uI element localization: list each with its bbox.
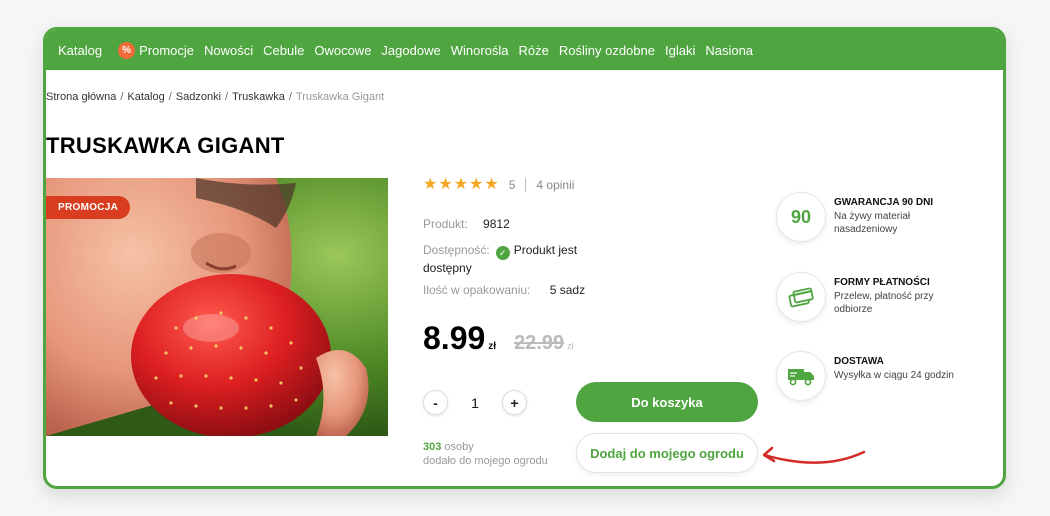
- feature-desc: Przelew, płatność przy odbiorze: [834, 291, 934, 315]
- breadcrumb-separator: /: [120, 91, 124, 103]
- breadcrumb-separator: /: [225, 91, 229, 103]
- payment-cards-icon: [776, 272, 826, 322]
- feature-guarantee: 90 GWARANCJA 90 DNI Na żywy materiał nas…: [776, 192, 964, 242]
- nav-item-nowosci[interactable]: Nowości: [199, 43, 258, 58]
- nav-item-jagodowe[interactable]: Jagodowe: [376, 43, 445, 58]
- current-price: 8.99: [423, 320, 486, 356]
- pack-value: 5 sadz: [549, 283, 586, 297]
- feature-title: GWARANCJA 90 DNI: [834, 197, 934, 208]
- reviews-link[interactable]: 4 opinii: [536, 178, 574, 192]
- breadcrumb-seedlings[interactable]: Sadzonki: [176, 91, 221, 103]
- star-icon: ★: [484, 176, 499, 193]
- nav-item-rosliny-ozdobne[interactable]: Rośliny ozdobne: [554, 43, 660, 58]
- feature-desc: Wysyłka w ciągu 24 godzin: [834, 370, 954, 381]
- current-price-currency: zł: [488, 341, 497, 352]
- garden-count: 303 osoby dodało do mojego ogrodu: [423, 440, 548, 469]
- feature-title: FORMY PŁATNOŚCI: [834, 277, 930, 288]
- old-price-currency: zł: [567, 341, 574, 351]
- product-code-row: Produkt: 9812: [423, 217, 510, 231]
- availability-value: Produkt jest: [513, 243, 578, 257]
- nav-item-owocowe[interactable]: Owocowe: [309, 43, 376, 58]
- rating-divider: [525, 178, 527, 192]
- add-to-cart-button[interactable]: Do koszyka: [576, 382, 758, 422]
- feature-title: DOSTAWA: [834, 356, 884, 367]
- star-icon: ★: [423, 176, 438, 193]
- nav-item-katalog[interactable]: Katalog: [53, 43, 107, 58]
- qty-plus-button[interactable]: +: [502, 390, 527, 415]
- main-nav: Katalog % Promocje Nowości Cebule Owocowe…: [46, 30, 1003, 70]
- breadcrumb: Strona główna / Katalog / Sadzonki / Tru…: [46, 91, 384, 103]
- price: 8.99 zł 22.99 zł: [423, 320, 574, 357]
- old-price: 22.99: [514, 332, 565, 354]
- breadcrumb-home[interactable]: Strona główna: [46, 91, 116, 103]
- nav-item-nasiona[interactable]: Nasiona: [700, 43, 758, 58]
- product-code-value: 9812: [483, 217, 510, 231]
- breadcrumb-separator: /: [168, 91, 172, 103]
- star-icon: ★: [469, 176, 484, 193]
- nav-item-iglaki[interactable]: Iglaki: [660, 43, 700, 58]
- check-icon: ✓: [495, 246, 510, 261]
- percent-icon: %: [118, 41, 136, 59]
- nav-item-cebule[interactable]: Cebule: [258, 43, 309, 58]
- pack-row: Ilość w opakowaniu: 5 sadz: [423, 283, 585, 297]
- pack-label: Ilość w opakowaniu:: [423, 283, 531, 297]
- nav-item-roze[interactable]: Róże: [514, 43, 554, 58]
- delivery-truck-icon: [776, 351, 826, 401]
- rating: ★ ★ ★ ★ ★ 5 4 opinii: [423, 177, 574, 193]
- garden-count-text-2: dodało do mojego ogrodu: [423, 455, 548, 468]
- nav-item-promocje[interactable]: % Promocje: [107, 41, 199, 59]
- feature-payment: FORMY PŁATNOŚCI Przelew, płatność przy o…: [776, 272, 964, 322]
- nav-item-winorosla[interactable]: Winorośla: [446, 43, 514, 58]
- feature-desc: Na żywy materiał nasadzeniowy: [834, 211, 911, 235]
- feature-delivery: DOSTAWA Wysyłka w ciągu 24 godzin: [776, 351, 964, 401]
- browser-frame: Katalog % Promocje Nowości Cebule Owocowe…: [43, 27, 1006, 489]
- availability-label: Dostępność:: [423, 243, 490, 257]
- breadcrumb-separator: /: [288, 91, 292, 103]
- garden-count-number: 303: [423, 441, 442, 453]
- breadcrumb-catalog[interactable]: Katalog: [127, 91, 164, 103]
- page-title: TRUSKAWKA GIGANT: [46, 133, 285, 158]
- availability-value-cont: dostępny: [423, 261, 472, 276]
- star-icon: ★: [438, 176, 453, 193]
- add-to-garden-button[interactable]: Dodaj do mojego ogrodu: [576, 433, 758, 473]
- badge-90-icon: 90: [776, 192, 826, 242]
- rating-score: 5: [508, 178, 516, 192]
- qty-value[interactable]: 1: [448, 395, 502, 411]
- garden-count-text: osoby: [444, 441, 474, 453]
- product-image[interactable]: PROMOCJA: [46, 178, 388, 436]
- breadcrumb-current: Truskawka Gigant: [295, 91, 385, 103]
- breadcrumb-strawberry[interactable]: Truskawka: [232, 91, 285, 103]
- star-icon: ★: [453, 176, 469, 193]
- quantity-stepper: - 1 +: [423, 390, 527, 415]
- annotation-arrow-icon: [762, 446, 866, 464]
- availability-row: Dostępność: ✓ Produkt jest dostępny: [423, 242, 577, 276]
- qty-minus-button[interactable]: -: [423, 390, 448, 415]
- promo-label: PROMOCJA: [46, 196, 131, 219]
- product-code-label: Produkt:: [423, 217, 468, 231]
